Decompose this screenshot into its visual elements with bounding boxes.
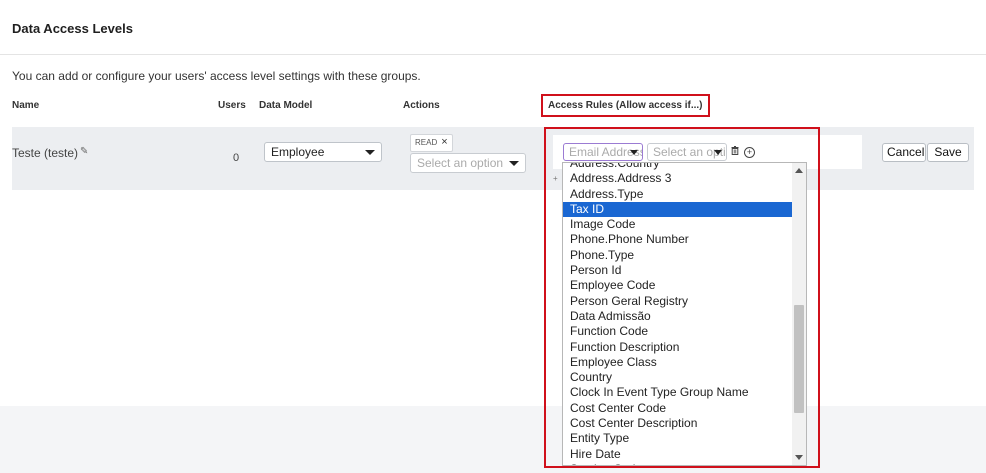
actions-select[interactable]: Select an option (410, 153, 526, 173)
pencil-icon[interactable]: ✎ (80, 146, 88, 157)
chevron-down-icon (509, 161, 519, 166)
action-chip-label: READ (415, 138, 438, 147)
save-button[interactable]: Save (927, 143, 969, 162)
cancel-button[interactable]: Cancel (882, 143, 926, 162)
footer-area (0, 406, 986, 473)
highlight-box (544, 127, 820, 468)
column-header-name: Name (12, 100, 40, 111)
close-icon[interactable]: × (441, 136, 447, 148)
group-name: Teste (teste) ✎ (12, 146, 88, 160)
data-model-value: Employee (271, 145, 325, 159)
action-chip-read: READ × (410, 134, 453, 152)
data-model-select[interactable]: Employee (264, 142, 382, 162)
users-count: 0 (233, 152, 240, 164)
column-header-data-model: Data Model (259, 100, 313, 111)
page-title: Data Access Levels (12, 21, 133, 36)
column-header-users: Users (218, 100, 246, 111)
group-name-label: Teste (teste) (12, 146, 79, 160)
column-header-access-rules: Access Rules (Allow access if...) (541, 94, 710, 117)
page-description: You can add or configure your users' acc… (12, 69, 421, 83)
column-header-actions: Actions (403, 100, 440, 111)
actions-placeholder: Select an option (417, 156, 504, 170)
chevron-down-icon (365, 150, 375, 155)
header-divider (0, 54, 986, 55)
